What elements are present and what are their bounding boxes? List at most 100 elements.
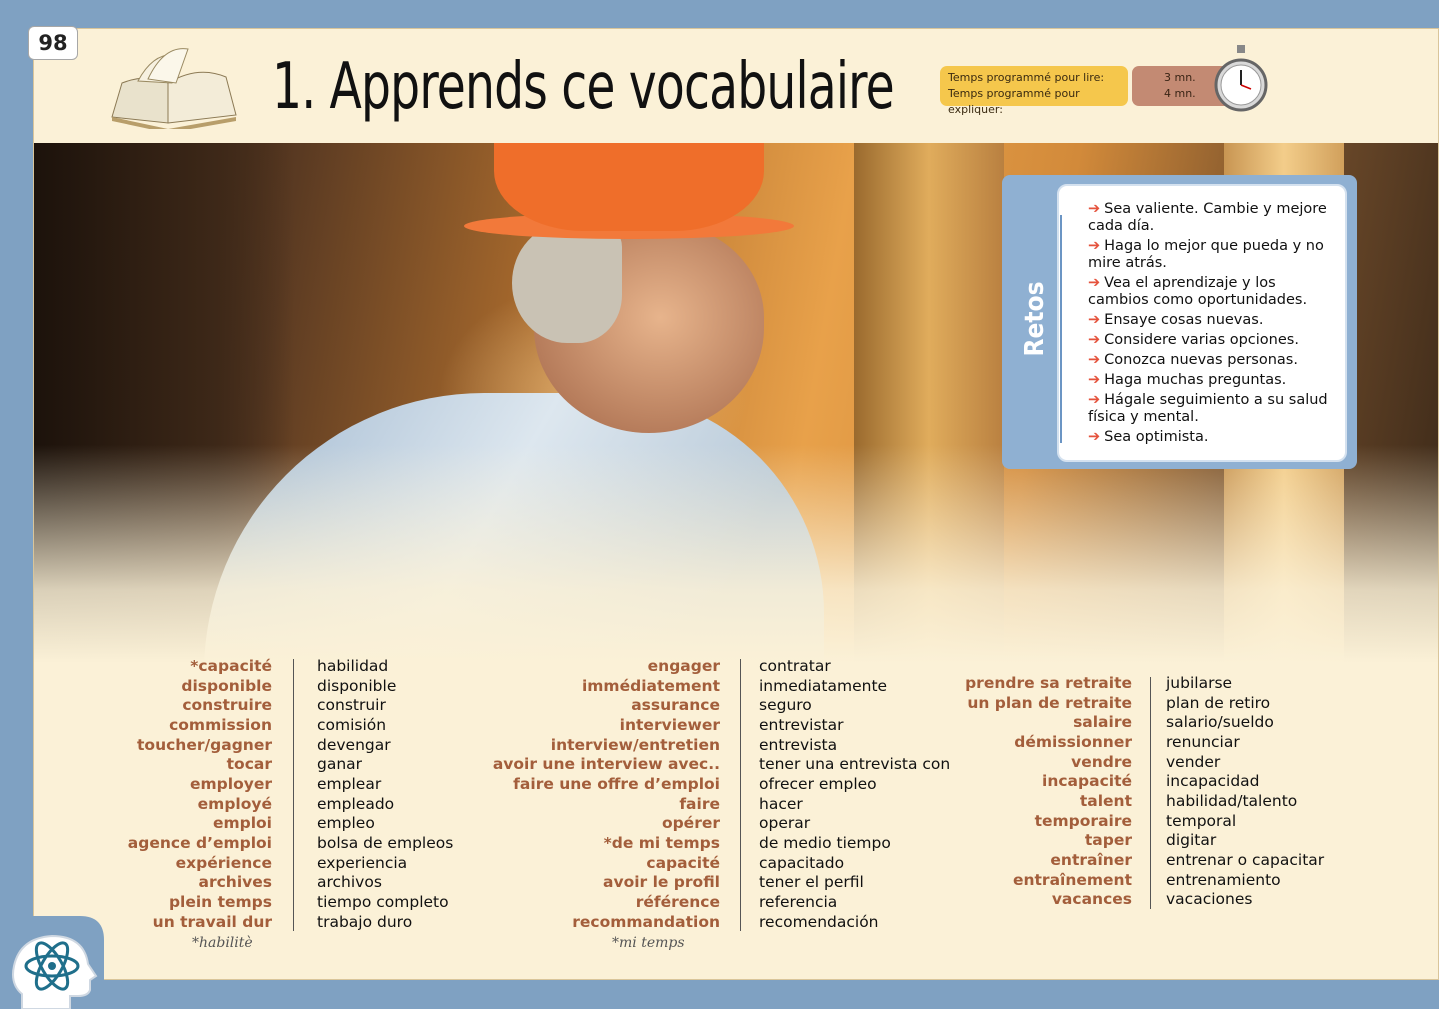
vocab-term: talent: [1079, 791, 1132, 810]
vocab-term: *capacité: [190, 657, 272, 675]
list-item: ➔ Conozca nuevas personas.: [1088, 352, 1298, 368]
retos-bracket: [1060, 215, 1062, 443]
vocab-term: salario/sueldo: [1166, 713, 1274, 732]
vocab-col1-spanish: habilidad disponible construir comisión deve…: [317, 657, 497, 932]
vocab-term: entrenar o capacitar: [1166, 850, 1325, 869]
vocab-col2-french: engager immédiatement assurance interviewer…: [474, 657, 720, 932]
vocab-term: employer: [190, 774, 272, 793]
vocab-term: habilidad: [317, 657, 389, 675]
arrow-bullet-icon: ➔: [1088, 312, 1101, 328]
vocab-term: temporaire: [1034, 811, 1132, 830]
vocab-term: jubilarse: [1166, 674, 1233, 692]
vocab-term: emploi: [212, 814, 272, 833]
vocab-term: plan de retiro: [1166, 693, 1271, 712]
vocab-term: référence: [635, 892, 720, 911]
head-atom-icon: [0, 916, 104, 1009]
vocab-term: ganar: [317, 755, 363, 774]
vocab-term: *de mi temps: [603, 833, 720, 852]
vocab-term: faire une offre d’emploi: [513, 774, 720, 793]
column-divider: [1150, 677, 1151, 909]
vocab-term: archivos: [317, 873, 382, 892]
vocab-term: employé: [197, 794, 272, 813]
vocab-term: assurance: [631, 696, 720, 715]
arrow-bullet-icon: ➔: [1088, 392, 1101, 408]
arrow-bullet-icon: ➔: [1088, 275, 1101, 291]
vocab-term: experiencia: [317, 853, 408, 872]
vocab-term: interview/entretien: [550, 735, 720, 754]
vocab-term: toucher/gagner: [137, 735, 272, 754]
vocab-term: empleo: [317, 814, 375, 833]
vocab-term: tocar: [226, 755, 272, 774]
vocab-term: renunciar: [1166, 732, 1240, 751]
vocab-term: un travail dur: [152, 912, 272, 931]
list-item: ➔ Sea valiente. Cambie y mejore cada día.: [1088, 201, 1327, 234]
vocab-term: taper: [1084, 831, 1132, 850]
retos-list: ➔ Sea valiente. Cambie y mejore cada día.…: [1088, 201, 1328, 449]
vocab-term: disponible: [181, 676, 272, 695]
vocab-col3-french: prendre sa retraite un plan de retraite sa…: [924, 674, 1132, 910]
vocab-term: salaire: [1073, 713, 1132, 732]
vocab-term: vacaciones: [1166, 890, 1253, 909]
timing-labels: Temps programmé pour lire: Temps program…: [940, 66, 1128, 116]
column-divider: [293, 659, 294, 931]
stopwatch-icon: [1214, 45, 1268, 112]
page-number: 98: [28, 26, 78, 60]
vocab-term: plein temps: [168, 892, 272, 911]
column-divider: [740, 659, 741, 931]
arrow-bullet-icon: ➔: [1088, 201, 1101, 217]
vocab-term: devengar: [317, 735, 391, 754]
vocab-term: recomendación: [759, 912, 879, 931]
vocab-term: opérer: [661, 814, 720, 833]
vocab-term: faire: [679, 794, 720, 813]
arrow-bullet-icon: ➔: [1088, 372, 1101, 388]
vocab-term: archives: [198, 873, 272, 892]
arrow-bullet-icon: ➔: [1088, 332, 1101, 348]
vocab-term: capacité: [646, 853, 720, 872]
vocab-term: démissionner: [1014, 732, 1132, 751]
vocab-term: disponible: [317, 676, 397, 695]
list-item: ➔ Haga muchas preguntas.: [1088, 372, 1287, 388]
list-item: ➔ Ensaye cosas nuevas.: [1088, 312, 1264, 328]
vocab-col1-french: *capacité disponible construire commission t…: [124, 657, 272, 932]
vocab-term: comisión: [317, 715, 387, 734]
vocab-term: digitar: [1166, 831, 1217, 850]
vocab-term: vacances: [1051, 890, 1132, 909]
retos-label: Retos: [1020, 281, 1050, 357]
vocab-term: avoir le profil: [603, 873, 720, 892]
vocab-term: avoir une interview avec..: [492, 755, 720, 774]
list-item: ➔ Sea optimista.: [1088, 429, 1209, 445]
list-item: ➔ Vea el aprendizaje y los cambios como o…: [1088, 275, 1308, 308]
header: 1. Apprends ce vocabulaire Temps program…: [34, 29, 1438, 145]
vocab-term: emplear: [317, 774, 382, 793]
vocab-term: tiempo completo: [317, 892, 449, 911]
vocab-term: incapacité: [1042, 772, 1132, 791]
explain-time-label: Temps programmé pour expliquer:: [948, 87, 1080, 116]
vocab-term: entraînement: [1012, 870, 1132, 889]
list-item: ➔ Considere varias opciones.: [1088, 332, 1299, 348]
footnote: *mi temps: [612, 935, 685, 951]
vocab-term: construir: [317, 696, 386, 715]
read-time-label: Temps programmé pour lire:: [948, 71, 1105, 84]
vocab-term: agence d’emploi: [127, 833, 272, 852]
vocab-term: construire: [182, 696, 272, 715]
vocab-term: incapacidad: [1166, 772, 1260, 791]
footnote: *habilitè: [192, 935, 253, 951]
vocab-term: un plan de retraite: [967, 693, 1132, 712]
vocab-term: entraîner: [1050, 850, 1132, 869]
vocab-term: interviewer: [619, 715, 720, 734]
vocab-term: temporal: [1166, 811, 1237, 830]
vocab-term: vendre: [1071, 752, 1132, 771]
arrow-bullet-icon: ➔: [1088, 429, 1101, 445]
vocab-term: commission: [169, 715, 272, 734]
vocab-term: expérience: [175, 853, 272, 872]
vocab-term: trabajo duro: [317, 912, 413, 931]
vocab-term: immédiatement: [581, 676, 720, 695]
vocab-term: empleado: [317, 794, 395, 813]
vocab-term: habilidad/talento: [1166, 791, 1298, 810]
vocab-term: vender: [1166, 752, 1221, 771]
vocab-term: bolsa de empleos: [317, 833, 454, 852]
open-book-icon: [111, 48, 237, 129]
arrow-bullet-icon: ➔: [1088, 238, 1101, 254]
list-item: ➔ Hágale seguimiento a su salud física y …: [1088, 392, 1328, 425]
list-item: ➔ Haga lo mejor que pueda y no mire atrás…: [1088, 238, 1324, 271]
